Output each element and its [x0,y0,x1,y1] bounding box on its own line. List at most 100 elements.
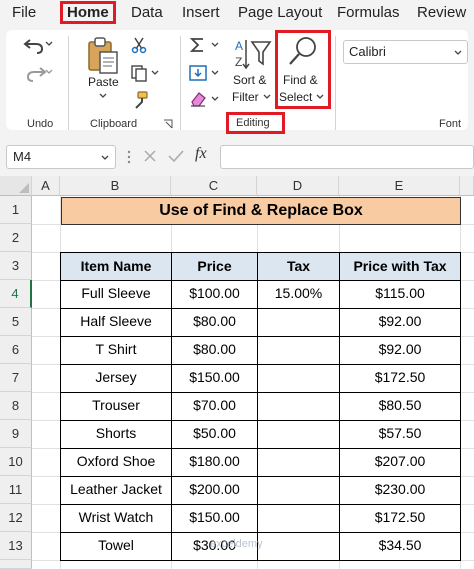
sort-filter-label-2[interactable]: Filter [232,90,259,104]
column-header-c[interactable]: C [171,176,257,196]
formula-input[interactable] [220,145,474,169]
cell-price[interactable]: $80.00 [172,313,257,329]
fill-dropdown-icon[interactable] [210,68,220,78]
find-select-label[interactable]: Find & [283,73,318,87]
search-icon[interactable] [286,34,320,68]
cell-item-name[interactable]: Leather Jacket [61,481,171,497]
cell-item-name[interactable]: Towel [61,537,171,553]
sheet-title[interactable]: Use of Find & Replace Box [61,197,461,225]
cell-item-name[interactable]: Shorts [61,425,171,441]
tab-formulas[interactable]: Formulas [337,4,400,21]
tab-page-layout[interactable]: Page Layout [238,4,322,21]
insert-function-icon[interactable]: fx [195,145,207,163]
row-header-4[interactable]: 4 [0,280,32,308]
sort-filter-dropdown-icon[interactable] [262,92,272,102]
enter-icon[interactable] [167,148,185,164]
paste-label[interactable]: Paste [88,75,119,89]
tab-home[interactable]: Home [60,1,116,24]
cell-price-with-tax[interactable]: $172.50 [340,369,460,385]
sort-filter-label[interactable]: Sort & [233,73,266,87]
dialog-launcher-icon[interactable] [163,119,173,129]
cell-tax[interactable]: 15.00% [258,285,339,301]
row-header-7[interactable]: 7 [0,364,32,392]
cell-price[interactable]: $200.00 [172,481,257,497]
column-header-e[interactable]: E [339,176,460,196]
table-border [171,252,172,561]
find-select-dropdown-icon[interactable] [315,92,325,102]
cell-item-name[interactable]: Wrist Watch [61,509,171,525]
cell-price[interactable]: $150.00 [172,369,257,385]
cell-price[interactable]: $80.00 [172,341,257,357]
cell-price-with-tax[interactable]: $34.50 [340,537,460,553]
cell-price-with-tax[interactable]: $80.50 [340,397,460,413]
cell-price-with-tax[interactable]: $207.00 [340,453,460,469]
cell-item-name[interactable]: Full Sleeve [61,285,171,301]
row-header-5[interactable]: 5 [0,308,32,336]
separator [68,36,69,130]
cell-price[interactable]: $50.00 [172,425,257,441]
header-item-name[interactable]: Item Name [61,252,171,280]
cell-price-with-tax[interactable]: $172.50 [340,509,460,525]
cancel-icon[interactable] [142,148,158,164]
redo-dropdown-icon[interactable] [44,67,54,77]
fill-icon[interactable] [188,64,208,82]
cell-price[interactable]: $150.00 [172,509,257,525]
cell-item-name[interactable]: Oxford Shoe [61,453,171,469]
row-header-1[interactable]: 1 [0,196,32,224]
paste-icon[interactable] [86,36,120,76]
row-header-6[interactable]: 6 [0,336,32,364]
cell-price-with-tax[interactable]: $230.00 [340,481,460,497]
cell-price[interactable]: $70.00 [172,397,257,413]
header-price[interactable]: Price [172,252,257,280]
row-header-10[interactable]: 10 [0,448,32,476]
table-border [60,448,461,449]
header-tax[interactable]: Tax [258,252,339,280]
name-box[interactable]: M4 [6,145,116,169]
font-name-value: Calibri [349,44,386,59]
cell-item-name[interactable]: Jersey [61,369,171,385]
cell-item-name[interactable]: Trouser [61,397,171,413]
header-price-with-tax[interactable]: Price with Tax [340,252,460,280]
cell-price[interactable]: $180.00 [172,453,257,469]
copy-dropdown-icon[interactable] [150,68,160,78]
column-header-partial[interactable] [460,176,474,196]
paste-dropdown-icon[interactable] [98,92,108,100]
cell-item-name[interactable]: T Shirt [61,341,171,357]
clear-icon[interactable] [188,90,208,108]
copy-icon[interactable] [130,64,148,82]
column-header-a[interactable]: A [32,176,60,196]
row-header-8[interactable]: 8 [0,392,32,420]
format-painter-icon[interactable] [130,90,150,110]
autosum-icon[interactable] [188,36,208,54]
cut-icon[interactable] [130,36,148,54]
font-name-select[interactable]: Calibri [343,40,468,64]
row-header-9[interactable]: 9 [0,420,32,448]
column-header-b[interactable]: B [60,176,171,196]
cell-price-with-tax[interactable]: $57.50 [340,425,460,441]
cell-price[interactable]: $100.00 [172,285,257,301]
column-header-d[interactable]: D [257,176,339,196]
tab-insert[interactable]: Insert [182,4,220,21]
tab-file[interactable]: File [12,4,36,21]
cell-price-with-tax[interactable]: $115.00 [340,285,460,301]
name-box-dropdown-icon[interactable] [100,153,110,163]
row-header-13[interactable]: 13 [0,532,32,560]
row-header-3[interactable]: 3 [0,252,32,280]
cell-price-with-tax[interactable]: $92.00 [340,341,460,357]
select-all-corner[interactable] [0,176,32,196]
cell-price-with-tax[interactable]: $92.00 [340,313,460,329]
tab-data[interactable]: Data [131,4,163,21]
find-select-label-2[interactable]: Select [279,90,312,104]
sort-filter-icon[interactable]: A Z [232,36,272,74]
tab-review[interactable]: Review [417,4,466,21]
row-header-11[interactable]: 11 [0,476,32,504]
autosum-dropdown-icon[interactable] [210,40,220,50]
row-header-partial[interactable] [0,560,32,569]
cell-item-name[interactable]: Half Sleeve [61,313,171,329]
clear-dropdown-icon[interactable] [210,94,220,104]
row-header-12[interactable]: 12 [0,504,32,532]
undo-dropdown-icon[interactable] [44,39,54,49]
row-header-2[interactable]: 2 [0,224,32,252]
font-dropdown-icon[interactable] [453,48,463,58]
resize-handle-icon[interactable] [126,148,132,166]
